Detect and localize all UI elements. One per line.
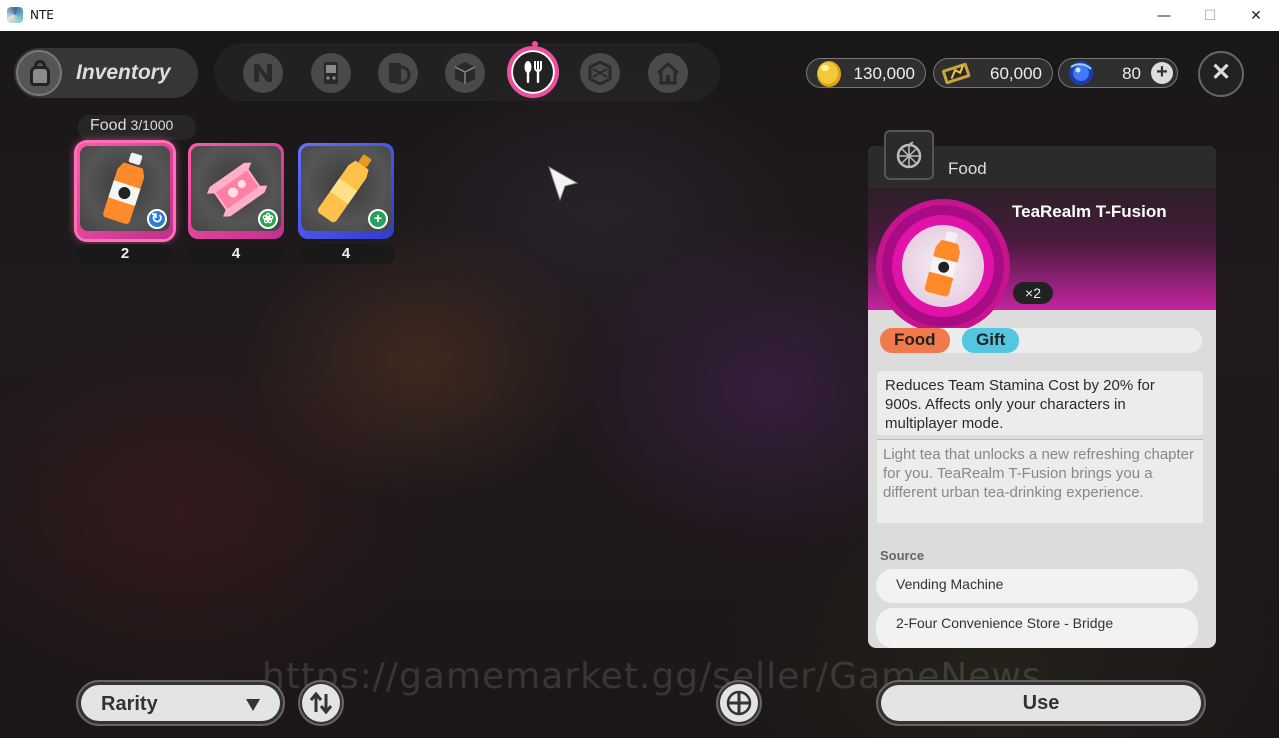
green-plus-icon: + — [368, 209, 388, 229]
tab-n-items[interactable] — [243, 53, 283, 93]
tag-gift: Gift — [962, 328, 1020, 353]
home-icon — [656, 61, 680, 85]
use-button[interactable]: Use — [876, 680, 1206, 726]
app-icon — [7, 7, 23, 23]
window-titlebar: NTE — ☐ ✕ — [0, 0, 1279, 31]
item-medal — [876, 199, 1010, 333]
source-item[interactable]: Vending Machine — [876, 569, 1198, 603]
item-slot-pink-snack[interactable]: ❀ — [188, 143, 284, 239]
category-count: 3/1000 — [130, 117, 174, 133]
close-icon: ✕ — [1210, 59, 1232, 86]
source-label: Source — [880, 548, 925, 563]
item-slot-yellow-drink[interactable]: + — [298, 143, 394, 239]
use-label: Use — [881, 685, 1201, 721]
game-viewport: Inventory 130,000 60,000 80 + ✕ Food 3/1… — [0, 31, 1279, 738]
detail-category: Food — [948, 159, 987, 178]
chevron-down-icon — [246, 699, 260, 711]
item-count: 2 — [76, 244, 174, 264]
tab-records[interactable] — [378, 53, 418, 93]
add-orb-button[interactable]: + — [1151, 62, 1173, 84]
maximize-icon: ☐ — [1203, 7, 1217, 24]
item-description: Light tea that unlocks a new refreshing … — [877, 439, 1203, 523]
close-window-button[interactable]: ✕ — [1233, 0, 1279, 31]
handheld-device-icon — [324, 62, 338, 84]
locate-button[interactable] — [716, 680, 762, 726]
cube-wireframe-icon — [588, 60, 612, 86]
tag-food: Food — [880, 328, 950, 353]
item-effect: Reduces Team Stamina Cost by 20% for 900… — [877, 371, 1203, 435]
minimize-icon: — — [1157, 7, 1171, 24]
category-counter: Food 3/1000 — [78, 115, 196, 140]
page-title: Inventory — [76, 61, 171, 84]
detail-banner: TeaRealm T-Fusion ×2 — [868, 188, 1216, 333]
tab-materials[interactable] — [445, 53, 485, 93]
n-logo-icon — [254, 64, 272, 82]
green-leaf-icon: ❀ — [258, 209, 278, 229]
orb-amount: 80 — [1122, 64, 1141, 83]
close-icon: ✕ — [1250, 7, 1262, 24]
window-title: NTE — [30, 8, 54, 22]
sort-arrows-icon — [309, 691, 333, 715]
inventory-header: Inventory — [14, 48, 198, 98]
sort-dropdown[interactable]: Rarity — [76, 680, 285, 726]
blue-orb-icon — [1069, 61, 1093, 85]
item-slot-tearealm[interactable]: ↻ — [77, 143, 173, 239]
record-card-icon — [389, 63, 411, 85]
ticket-amount: 60,000 — [990, 64, 1042, 83]
tab-home[interactable] — [648, 53, 688, 93]
blue-swirl-icon: ↻ — [147, 209, 167, 229]
gold-amount: 130,000 — [853, 64, 915, 83]
minimize-button[interactable]: — — [1141, 0, 1187, 31]
item-quantity: ×2 — [1013, 282, 1053, 304]
currency-ticket: 60,000 — [933, 58, 1053, 88]
source-item[interactable]: 2-Four Convenience Store - Bridge — [876, 608, 1198, 648]
detail-category-badge — [884, 130, 934, 180]
backpack-icon — [16, 50, 62, 96]
sort-order-button[interactable] — [298, 680, 344, 726]
category-name: Food — [90, 117, 127, 134]
plus-icon: + — [1156, 61, 1168, 83]
item-count: 4 — [187, 244, 285, 264]
maximize-button[interactable]: ☐ — [1187, 0, 1233, 31]
tab-food[interactable] — [507, 41, 559, 98]
citrus-slice-icon — [896, 141, 922, 169]
item-name: TeaRealm T-Fusion — [1012, 202, 1167, 221]
close-inventory-button[interactable]: ✕ — [1198, 51, 1244, 97]
category-tabbar — [214, 41, 720, 101]
tab-devices[interactable] — [311, 53, 351, 93]
tag-row: Food Gift — [880, 328, 1202, 353]
orange-bottle-icon — [924, 231, 960, 297]
crosshair-icon — [726, 690, 752, 716]
currency-gold: 130,000 — [806, 58, 926, 88]
sort-label: Rarity — [101, 693, 158, 715]
mouse-cursor-icon — [548, 165, 579, 202]
tab-blueprints[interactable] — [580, 53, 620, 93]
cube-icon — [454, 62, 476, 84]
ticket-icon — [941, 62, 971, 85]
fork-spoon-icon — [524, 61, 542, 83]
currency-orb: 80 + — [1058, 58, 1178, 88]
item-count: 4 — [297, 244, 395, 264]
item-detail-panel: Food TeaRealm T-Fusion ×2 Food Gift Redu… — [868, 146, 1216, 648]
gold-coin-icon — [817, 61, 841, 87]
